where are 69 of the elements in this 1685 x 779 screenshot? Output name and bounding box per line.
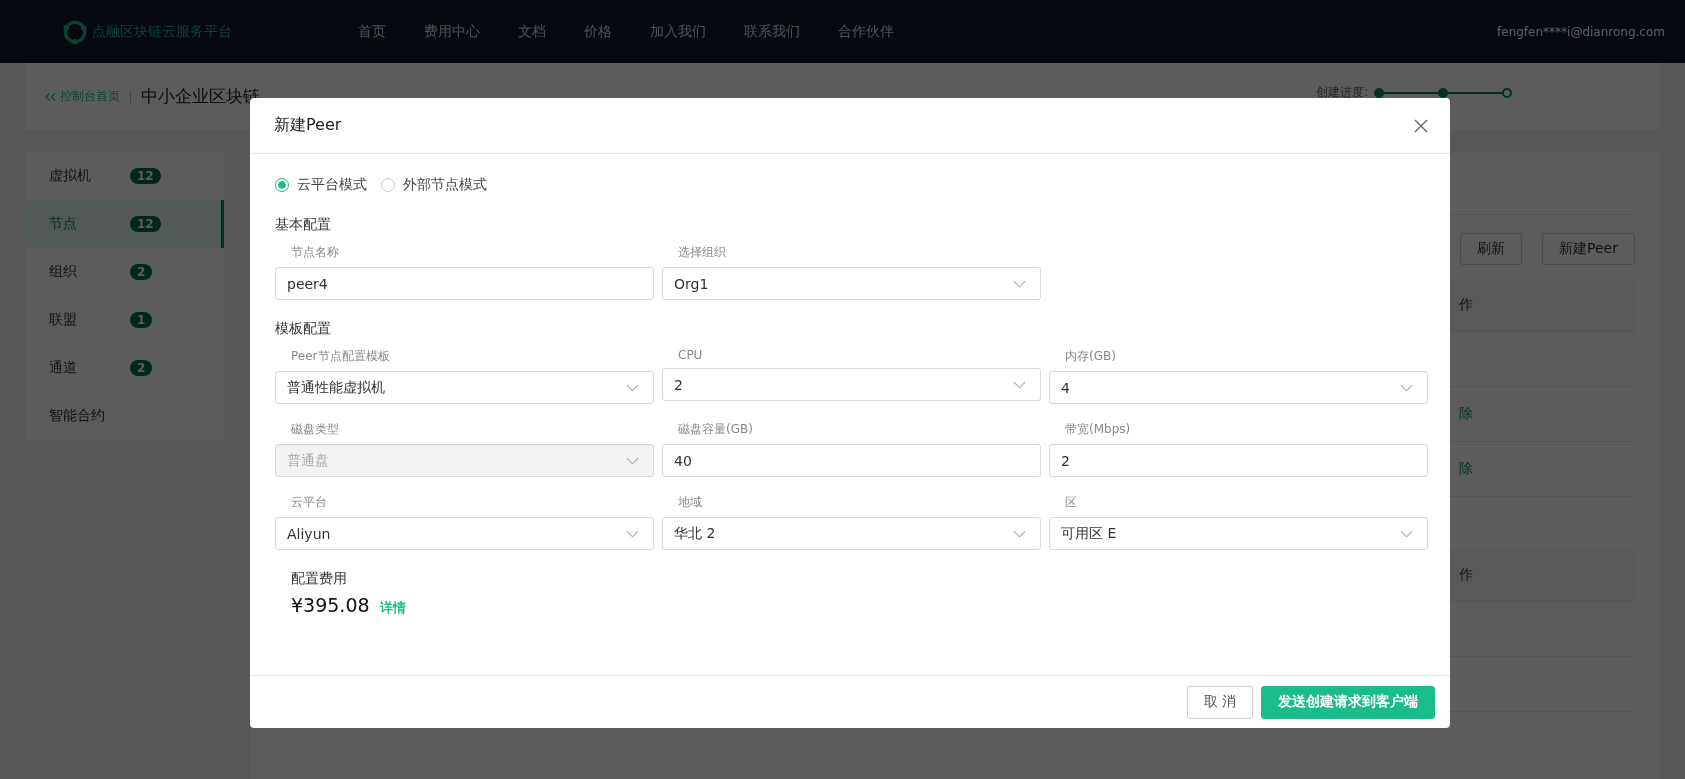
- toolbar-button[interactable]: 刷新: [1460, 233, 1523, 265]
- submit-button[interactable]: 发送创建请求到客户端: [1261, 685, 1435, 719]
- count-badge: 12: [130, 216, 161, 232]
- nav-link[interactable]: 文档: [518, 22, 546, 41]
- nav-link[interactable]: 联系我们: [744, 22, 800, 41]
- double-chevron-left-icon: [45, 91, 56, 102]
- delete-link[interactable]: 除: [1459, 405, 1635, 423]
- chevron-down-icon: [626, 383, 639, 392]
- sidebar-item[interactable]: 通道 2: [25, 344, 224, 392]
- chevron-down-icon: [626, 456, 639, 465]
- column-header: 作: [1459, 566, 1474, 584]
- dialog-title: 新建Peer: [274, 115, 342, 136]
- column-header: 作: [1459, 296, 1474, 314]
- select-field[interactable]: 2: [662, 368, 1041, 401]
- select-field[interactable]: 可用区 E: [1049, 517, 1428, 550]
- count-badge: 2: [130, 264, 153, 280]
- chevron-down-icon: [626, 529, 639, 538]
- nav-link[interactable]: 首页: [358, 22, 386, 41]
- field-label: 区: [1064, 494, 1078, 511]
- close-icon[interactable]: [1414, 118, 1428, 133]
- radio-button[interactable]: [275, 178, 289, 192]
- cost-label: 配置费用: [291, 570, 348, 588]
- sidebar-item[interactable]: 虚拟机 12: [25, 152, 224, 200]
- count-badge: 1: [130, 312, 153, 328]
- select-field[interactable]: 华北 2: [662, 517, 1041, 550]
- price: ¥395.08: [291, 594, 370, 616]
- input-field[interactable]: 2: [1049, 444, 1428, 477]
- nav-link[interactable]: 加入我们: [650, 22, 706, 41]
- field-label: CPU: [677, 348, 704, 362]
- select-field[interactable]: Org1: [662, 267, 1041, 300]
- logo-icon: [62, 18, 88, 45]
- field-label: 磁盘容量(GB): [677, 421, 754, 438]
- user-email[interactable]: fengfen****i@dianrong.com: [1497, 24, 1665, 39]
- sidebar-item[interactable]: 联盟 1: [25, 296, 224, 344]
- cancel-button[interactable]: 取 消: [1186, 685, 1253, 719]
- select-field[interactable]: 4: [1049, 371, 1428, 404]
- input-field[interactable]: 40: [662, 444, 1041, 477]
- section-title: 基本配置: [275, 216, 332, 234]
- details-link[interactable]: 详情: [379, 599, 406, 617]
- field-label: 云平台: [290, 494, 328, 511]
- nav-link[interactable]: 合作伙伴: [838, 22, 894, 41]
- chevron-down-icon: [1400, 383, 1413, 392]
- toolbar-button[interactable]: 新建Peer: [1542, 233, 1635, 265]
- select-field[interactable]: 普通性能虚拟机: [275, 371, 654, 404]
- field-label: 节点名称: [290, 244, 340, 261]
- radio-option[interactable]: 外部节点模式: [381, 176, 487, 194]
- nav-link[interactable]: 价格: [584, 22, 612, 41]
- back-link[interactable]: 控制台首页: [60, 88, 120, 105]
- input-field[interactable]: peer4: [275, 267, 654, 300]
- radio-option[interactable]: 云平台模式: [275, 176, 367, 194]
- sidebar-item[interactable]: 智能合约: [25, 392, 224, 440]
- count-badge: 12: [130, 168, 161, 184]
- nav-link[interactable]: 费用中心: [424, 22, 480, 41]
- field-label: 选择组织: [677, 244, 727, 261]
- sidebar-item[interactable]: 节点 12: [25, 200, 224, 248]
- field-label: 内存(GB): [1064, 348, 1117, 365]
- field-label: 地域: [677, 494, 703, 511]
- select-field[interactable]: Aliyun: [275, 517, 654, 550]
- field-label: 磁盘类型: [290, 421, 340, 438]
- chevron-down-icon: [1013, 529, 1026, 538]
- count-badge: 2: [130, 360, 153, 376]
- chevron-down-icon: [1400, 529, 1413, 538]
- sidebar-item[interactable]: 组织 2: [25, 248, 224, 296]
- chevron-down-icon: [1013, 279, 1026, 288]
- delete-link[interactable]: 除: [1459, 460, 1635, 478]
- chevron-down-icon: [1013, 380, 1026, 389]
- field-label: 带宽(Mbps): [1064, 421, 1132, 438]
- section-title: 模板配置: [275, 320, 332, 338]
- field-label: Peer节点配置模板: [290, 348, 391, 365]
